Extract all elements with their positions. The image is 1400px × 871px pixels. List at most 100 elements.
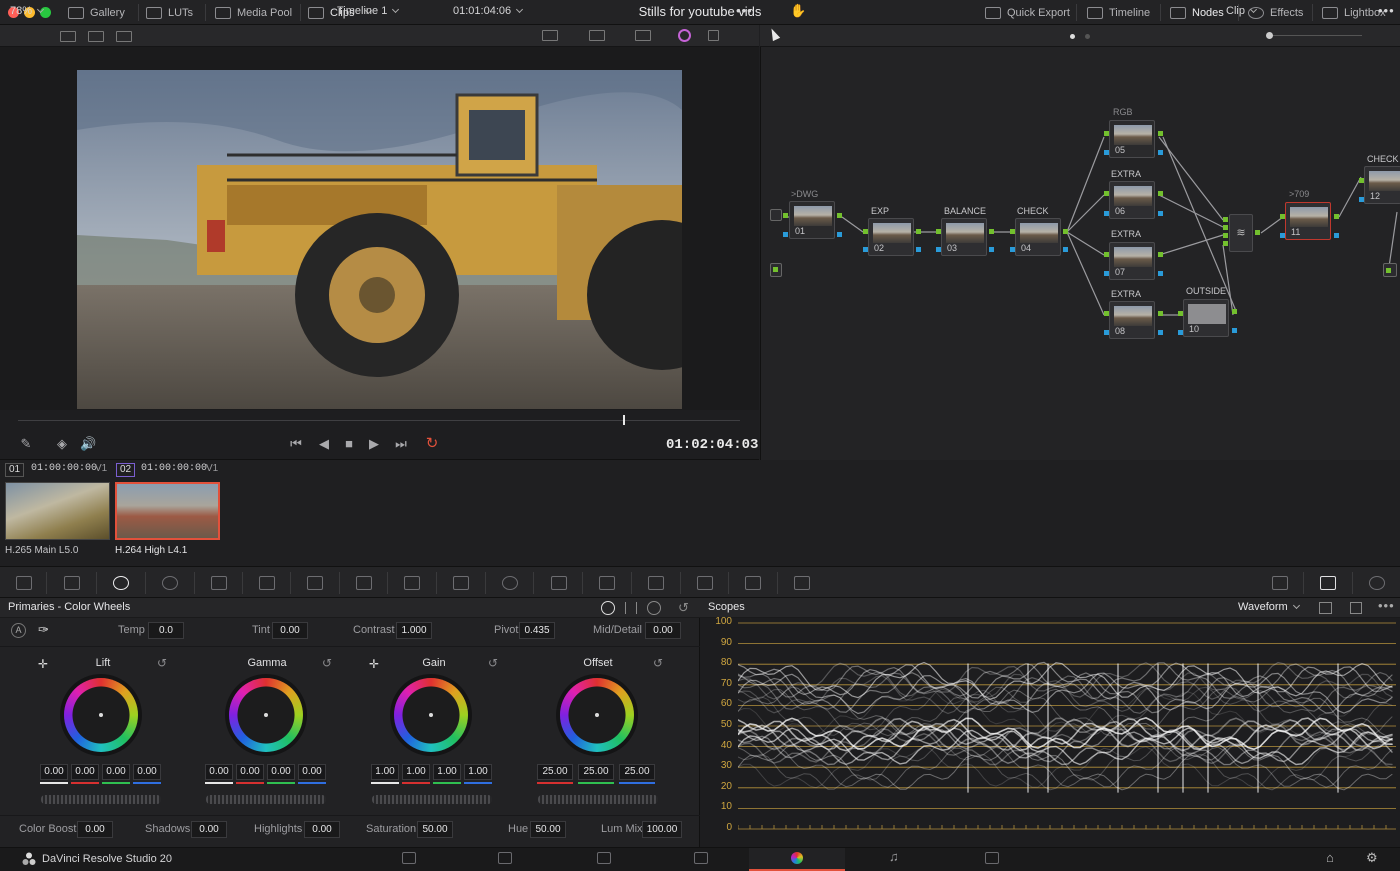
- split-view-icon[interactable]: [88, 31, 104, 42]
- node-pin[interactable]: [783, 232, 788, 237]
- node-pin[interactable]: [989, 247, 994, 252]
- cut-page-icon[interactable]: [498, 852, 512, 864]
- offset-b-value[interactable]: 25.00: [619, 764, 655, 780]
- wheels-mode-icon[interactable]: [601, 601, 615, 615]
- page-dot-active[interactable]: [1070, 34, 1075, 39]
- node-more-icon[interactable]: •••: [1378, 0, 1395, 22]
- node-zoom-slider-handle[interactable]: [1266, 32, 1273, 39]
- volume-icon[interactable]: 🔊: [80, 436, 96, 452]
- play-icon[interactable]: ▶: [366, 436, 382, 452]
- contrast-input[interactable]: 1.000: [396, 622, 432, 639]
- scope-more-icon[interactable]: •••: [1378, 598, 1395, 613]
- node-pin[interactable]: [1104, 150, 1109, 155]
- node-pin[interactable]: [1359, 178, 1364, 183]
- node-pin[interactable]: [837, 213, 842, 218]
- deliver-page-icon[interactable]: [985, 852, 999, 864]
- node-pin[interactable]: [1063, 229, 1068, 234]
- node-05[interactable]: 05: [1109, 120, 1155, 158]
- lift-b-value[interactable]: 0.00: [133, 764, 161, 780]
- node-pin[interactable]: [1158, 252, 1163, 257]
- keyframes-icon[interactable]: [1272, 576, 1288, 590]
- viewer-frame[interactable]: [77, 70, 682, 409]
- lift-y-value[interactable]: 0.00: [40, 764, 68, 780]
- node-pin[interactable]: [783, 213, 788, 218]
- node-pin[interactable]: [1104, 252, 1109, 257]
- gain-wheel-handle[interactable]: [429, 713, 433, 717]
- gain-g-value[interactable]: 1.00: [433, 764, 461, 780]
- gain-r-value[interactable]: 1.00: [402, 764, 430, 780]
- mid-detail-input[interactable]: 0.00: [645, 622, 681, 639]
- node-pin[interactable]: [1158, 150, 1163, 155]
- clip-thumbnail-01[interactable]: [5, 482, 110, 540]
- gamma-g-value[interactable]: 0.00: [267, 764, 295, 780]
- gamma-y-value[interactable]: 0.00: [205, 764, 233, 780]
- node-pin[interactable]: [1223, 241, 1228, 246]
- saturation-input[interactable]: 50.00: [417, 821, 453, 838]
- node-pin[interactable]: [916, 229, 921, 234]
- node-pin[interactable]: [863, 247, 868, 252]
- luts-button[interactable]: LUTs: [146, 0, 193, 25]
- timeline-dropdown[interactable]: Timeline 1: [337, 0, 400, 22]
- go-to-end-icon[interactable]: ⏭: [393, 436, 409, 452]
- lift-g-value[interactable]: 0.00: [102, 764, 130, 780]
- tracker-icon[interactable]: [551, 576, 567, 590]
- playhead[interactable]: [623, 415, 626, 425]
- node-pin[interactable]: [1223, 233, 1228, 238]
- gain-master-wheel[interactable]: [372, 795, 492, 804]
- node-pin[interactable]: [1158, 191, 1163, 196]
- stop-icon[interactable]: ■: [341, 436, 357, 452]
- color-page-icon[interactable]: [791, 852, 803, 864]
- color-boost-input[interactable]: 0.00: [77, 821, 113, 838]
- offset-wheel-handle[interactable]: [595, 713, 599, 717]
- scrub-bar[interactable]: [18, 420, 740, 421]
- clip-mode-dropdown[interactable]: Clip: [1226, 0, 1257, 22]
- node-pin[interactable]: [1104, 211, 1109, 216]
- offset-r-value[interactable]: 25.00: [537, 764, 573, 780]
- lift-r-value[interactable]: 0.00: [71, 764, 99, 780]
- node-pin[interactable]: [837, 232, 842, 237]
- info-icon[interactable]: [1369, 576, 1385, 590]
- node-pin[interactable]: [773, 267, 778, 272]
- fullscreen-icon[interactable]: [708, 30, 719, 41]
- magic-mask-icon[interactable]: [599, 576, 615, 590]
- settings-gear-icon[interactable]: ⚙: [1366, 850, 1378, 866]
- lightbox-button[interactable]: Lightbox: [1322, 0, 1386, 25]
- node-08[interactable]: 08: [1109, 301, 1155, 339]
- node-pin[interactable]: [1010, 247, 1015, 252]
- gamma-reset-icon[interactable]: ↺: [322, 656, 332, 670]
- node-pin[interactable]: [1223, 225, 1228, 230]
- node-pin[interactable]: [1010, 229, 1015, 234]
- sizing-icon[interactable]: [745, 576, 761, 590]
- node-pin[interactable]: [1104, 271, 1109, 276]
- node-pin[interactable]: [1104, 191, 1109, 196]
- highlights-input[interactable]: 0.00: [304, 821, 340, 838]
- media-pool-button[interactable]: Media Pool: [215, 0, 292, 25]
- source-timecode-dropdown[interactable]: 01:01:04:06: [453, 0, 524, 22]
- qualifier-icon[interactable]: [453, 576, 469, 590]
- node-pin[interactable]: [1104, 131, 1109, 136]
- color-overlay-icon[interactable]: [678, 29, 691, 42]
- key-icon[interactable]: [697, 576, 713, 590]
- wipe-view-icon[interactable]: [116, 31, 132, 42]
- node-pin[interactable]: [1158, 311, 1163, 316]
- color-wheels-icon[interactable]: [113, 576, 129, 590]
- scope-expand-icon[interactable]: [1350, 602, 1362, 614]
- node-pin[interactable]: [936, 229, 941, 234]
- node-pin[interactable]: [1255, 230, 1260, 235]
- temp-input[interactable]: 0.0: [148, 622, 184, 639]
- node-pin[interactable]: [1280, 214, 1285, 219]
- lum-mix-input[interactable]: 100.00: [642, 821, 682, 838]
- color-warper-icon[interactable]: [356, 576, 372, 590]
- media-page-icon[interactable]: [402, 852, 416, 864]
- motion-effects-icon[interactable]: [259, 576, 275, 590]
- gain-y-value[interactable]: 1.00: [371, 764, 399, 780]
- node-pin[interactable]: [1232, 309, 1237, 314]
- offset-g-value[interactable]: 25.00: [578, 764, 614, 780]
- layer-mixer-node[interactable]: ≋: [1229, 214, 1253, 252]
- rgb-mixer-icon[interactable]: [211, 576, 227, 590]
- node-12[interactable]: 12: [1364, 166, 1400, 204]
- gamma-master-wheel[interactable]: [206, 795, 326, 804]
- node-pin[interactable]: [1158, 131, 1163, 136]
- hdr-wheels-icon[interactable]: [162, 576, 178, 590]
- node-11[interactable]: 11: [1285, 202, 1331, 240]
